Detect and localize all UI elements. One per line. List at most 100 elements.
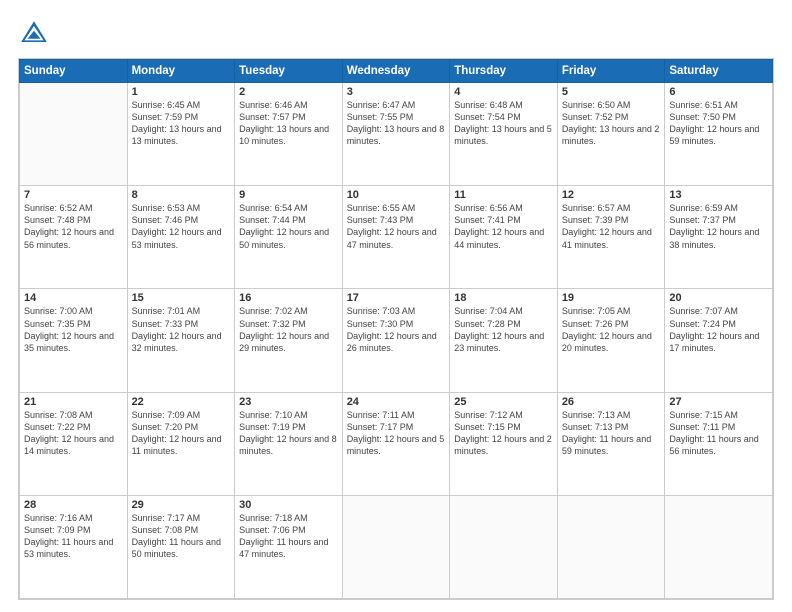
- day-info: Sunrise: 7:18 AMSunset: 7:06 PMDaylight:…: [239, 512, 338, 561]
- day-number: 25: [454, 396, 553, 408]
- day-number: 10: [347, 189, 446, 201]
- week-row-3: 21Sunrise: 7:08 AMSunset: 7:22 PMDayligh…: [20, 392, 773, 495]
- day-number: 7: [24, 189, 123, 201]
- header-day-friday: Friday: [557, 60, 665, 83]
- day-info: Sunrise: 7:13 AMSunset: 7:13 PMDaylight:…: [562, 409, 661, 458]
- day-info: Sunrise: 7:03 AMSunset: 7:30 PMDaylight:…: [347, 305, 446, 354]
- day-info: Sunrise: 7:17 AMSunset: 7:08 PMDaylight:…: [132, 512, 231, 561]
- day-number: 15: [132, 292, 231, 304]
- week-row-4: 28Sunrise: 7:16 AMSunset: 7:09 PMDayligh…: [20, 495, 773, 598]
- day-cell: 28Sunrise: 7:16 AMSunset: 7:09 PMDayligh…: [20, 495, 128, 598]
- day-cell: 22Sunrise: 7:09 AMSunset: 7:20 PMDayligh…: [127, 392, 235, 495]
- header: [18, 18, 774, 50]
- day-cell: 6Sunrise: 6:51 AMSunset: 7:50 PMDaylight…: [665, 83, 773, 186]
- day-cell: 18Sunrise: 7:04 AMSunset: 7:28 PMDayligh…: [450, 289, 558, 392]
- day-cell: 17Sunrise: 7:03 AMSunset: 7:30 PMDayligh…: [342, 289, 450, 392]
- day-number: 30: [239, 499, 338, 511]
- week-row-2: 14Sunrise: 7:00 AMSunset: 7:35 PMDayligh…: [20, 289, 773, 392]
- day-info: Sunrise: 7:02 AMSunset: 7:32 PMDaylight:…: [239, 305, 338, 354]
- day-number: 29: [132, 499, 231, 511]
- day-number: 5: [562, 86, 661, 98]
- day-number: 8: [132, 189, 231, 201]
- day-info: Sunrise: 7:00 AMSunset: 7:35 PMDaylight:…: [24, 305, 123, 354]
- logo-icon: [18, 18, 50, 50]
- day-info: Sunrise: 7:15 AMSunset: 7:11 PMDaylight:…: [669, 409, 768, 458]
- day-cell: 15Sunrise: 7:01 AMSunset: 7:33 PMDayligh…: [127, 289, 235, 392]
- calendar-table: SundayMondayTuesdayWednesdayThursdayFrid…: [19, 59, 773, 599]
- header-day-saturday: Saturday: [665, 60, 773, 83]
- day-cell: 26Sunrise: 7:13 AMSunset: 7:13 PMDayligh…: [557, 392, 665, 495]
- header-day-monday: Monday: [127, 60, 235, 83]
- day-cell: [557, 495, 665, 598]
- day-cell: [665, 495, 773, 598]
- day-info: Sunrise: 6:51 AMSunset: 7:50 PMDaylight:…: [669, 99, 768, 148]
- day-cell: 5Sunrise: 6:50 AMSunset: 7:52 PMDaylight…: [557, 83, 665, 186]
- day-cell: 4Sunrise: 6:48 AMSunset: 7:54 PMDaylight…: [450, 83, 558, 186]
- day-cell: 1Sunrise: 6:45 AMSunset: 7:59 PMDaylight…: [127, 83, 235, 186]
- header-day-wednesday: Wednesday: [342, 60, 450, 83]
- day-cell: 13Sunrise: 6:59 AMSunset: 7:37 PMDayligh…: [665, 186, 773, 289]
- day-number: 24: [347, 396, 446, 408]
- day-cell: 30Sunrise: 7:18 AMSunset: 7:06 PMDayligh…: [235, 495, 343, 598]
- day-cell: 21Sunrise: 7:08 AMSunset: 7:22 PMDayligh…: [20, 392, 128, 495]
- day-info: Sunrise: 6:47 AMSunset: 7:55 PMDaylight:…: [347, 99, 446, 148]
- calendar: SundayMondayTuesdayWednesdayThursdayFrid…: [18, 58, 774, 600]
- day-cell: 12Sunrise: 6:57 AMSunset: 7:39 PMDayligh…: [557, 186, 665, 289]
- day-number: 21: [24, 396, 123, 408]
- day-info: Sunrise: 7:16 AMSunset: 7:09 PMDaylight:…: [24, 512, 123, 561]
- day-info: Sunrise: 7:12 AMSunset: 7:15 PMDaylight:…: [454, 409, 553, 458]
- calendar-header: SundayMondayTuesdayWednesdayThursdayFrid…: [20, 60, 773, 83]
- day-info: Sunrise: 6:50 AMSunset: 7:52 PMDaylight:…: [562, 99, 661, 148]
- day-info: Sunrise: 7:08 AMSunset: 7:22 PMDaylight:…: [24, 409, 123, 458]
- day-number: 11: [454, 189, 553, 201]
- day-info: Sunrise: 6:52 AMSunset: 7:48 PMDaylight:…: [24, 202, 123, 251]
- day-number: 16: [239, 292, 338, 304]
- header-day-thursday: Thursday: [450, 60, 558, 83]
- day-number: 17: [347, 292, 446, 304]
- day-cell: 11Sunrise: 6:56 AMSunset: 7:41 PMDayligh…: [450, 186, 558, 289]
- day-info: Sunrise: 7:04 AMSunset: 7:28 PMDaylight:…: [454, 305, 553, 354]
- day-cell: 20Sunrise: 7:07 AMSunset: 7:24 PMDayligh…: [665, 289, 773, 392]
- day-number: 13: [669, 189, 768, 201]
- day-info: Sunrise: 7:10 AMSunset: 7:19 PMDaylight:…: [239, 409, 338, 458]
- day-cell: 24Sunrise: 7:11 AMSunset: 7:17 PMDayligh…: [342, 392, 450, 495]
- day-cell: 3Sunrise: 6:47 AMSunset: 7:55 PMDaylight…: [342, 83, 450, 186]
- day-info: Sunrise: 7:09 AMSunset: 7:20 PMDaylight:…: [132, 409, 231, 458]
- day-number: 9: [239, 189, 338, 201]
- day-info: Sunrise: 7:07 AMSunset: 7:24 PMDaylight:…: [669, 305, 768, 354]
- day-cell: 2Sunrise: 6:46 AMSunset: 7:57 PMDaylight…: [235, 83, 343, 186]
- day-cell: [450, 495, 558, 598]
- day-cell: 10Sunrise: 6:55 AMSunset: 7:43 PMDayligh…: [342, 186, 450, 289]
- day-info: Sunrise: 7:05 AMSunset: 7:26 PMDaylight:…: [562, 305, 661, 354]
- day-info: Sunrise: 7:01 AMSunset: 7:33 PMDaylight:…: [132, 305, 231, 354]
- day-cell: 19Sunrise: 7:05 AMSunset: 7:26 PMDayligh…: [557, 289, 665, 392]
- day-info: Sunrise: 6:57 AMSunset: 7:39 PMDaylight:…: [562, 202, 661, 251]
- day-info: Sunrise: 6:54 AMSunset: 7:44 PMDaylight:…: [239, 202, 338, 251]
- day-number: 2: [239, 86, 338, 98]
- day-number: 27: [669, 396, 768, 408]
- header-row: SundayMondayTuesdayWednesdayThursdayFrid…: [20, 60, 773, 83]
- logo: [18, 18, 54, 50]
- day-cell: 23Sunrise: 7:10 AMSunset: 7:19 PMDayligh…: [235, 392, 343, 495]
- day-info: Sunrise: 6:48 AMSunset: 7:54 PMDaylight:…: [454, 99, 553, 148]
- header-day-tuesday: Tuesday: [235, 60, 343, 83]
- page: SundayMondayTuesdayWednesdayThursdayFrid…: [0, 0, 792, 612]
- day-number: 26: [562, 396, 661, 408]
- day-info: Sunrise: 6:46 AMSunset: 7:57 PMDaylight:…: [239, 99, 338, 148]
- day-number: 6: [669, 86, 768, 98]
- day-number: 20: [669, 292, 768, 304]
- day-number: 23: [239, 396, 338, 408]
- day-number: 19: [562, 292, 661, 304]
- day-cell: 7Sunrise: 6:52 AMSunset: 7:48 PMDaylight…: [20, 186, 128, 289]
- day-number: 12: [562, 189, 661, 201]
- week-row-1: 7Sunrise: 6:52 AMSunset: 7:48 PMDaylight…: [20, 186, 773, 289]
- day-info: Sunrise: 6:56 AMSunset: 7:41 PMDaylight:…: [454, 202, 553, 251]
- day-number: 22: [132, 396, 231, 408]
- day-cell: [342, 495, 450, 598]
- week-row-0: 1Sunrise: 6:45 AMSunset: 7:59 PMDaylight…: [20, 83, 773, 186]
- day-cell: [20, 83, 128, 186]
- day-cell: 14Sunrise: 7:00 AMSunset: 7:35 PMDayligh…: [20, 289, 128, 392]
- day-cell: 27Sunrise: 7:15 AMSunset: 7:11 PMDayligh…: [665, 392, 773, 495]
- day-info: Sunrise: 6:55 AMSunset: 7:43 PMDaylight:…: [347, 202, 446, 251]
- day-cell: 9Sunrise: 6:54 AMSunset: 7:44 PMDaylight…: [235, 186, 343, 289]
